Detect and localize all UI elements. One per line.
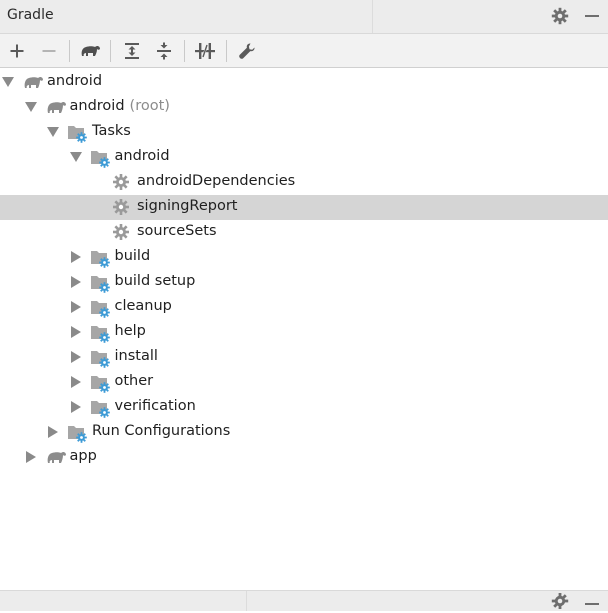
tree-node[interactable]: other	[0, 370, 608, 395]
tree-node-label: other	[115, 373, 154, 389]
gradle-task-tree: android android (root) Tasks android androidD…	[0, 69, 608, 589]
toolbar-separator	[69, 40, 70, 62]
toggle-offline-icon[interactable]	[192, 38, 218, 63]
tree-node[interactable]: Tasks	[0, 120, 608, 145]
collapse-arrow-icon[interactable]	[69, 152, 82, 162]
gear-icon	[112, 198, 134, 218]
tree-node-text: build setup	[114, 273, 196, 289]
tree-node-label: verification	[115, 398, 196, 414]
tree-node[interactable]: verification	[0, 395, 608, 420]
tree-node-text: install	[114, 348, 158, 364]
add-icon[interactable]	[4, 38, 30, 63]
expand-arrow-icon[interactable]	[70, 251, 81, 263]
tree-node-text: help	[114, 323, 146, 339]
tree-node[interactable]: build setup	[0, 270, 608, 295]
collapse-arrow-icon[interactable]	[24, 102, 37, 112]
tree-node[interactable]: sourceSets	[0, 220, 608, 245]
tree-node-text: signingReport	[137, 198, 238, 214]
tree-node-label: android (root)	[70, 98, 170, 114]
remove-icon[interactable]	[36, 38, 62, 63]
tree-node-text: Tasks	[92, 123, 131, 139]
task-folder-icon	[90, 373, 112, 393]
task-folder-icon	[90, 273, 112, 293]
expand-arrow-icon[interactable]	[70, 401, 81, 413]
tool-window-header: Gradle	[0, 0, 608, 34]
tree-node-text: cleanup	[114, 298, 172, 314]
task-folder-icon	[90, 398, 112, 418]
window-title: Gradle	[7, 7, 54, 23]
gradle-elephant-icon[interactable]	[77, 38, 103, 63]
settings-gear-icon[interactable]	[549, 593, 571, 609]
expand-arrow-icon[interactable]	[70, 376, 81, 388]
tree-node-label: Run Configurations	[92, 423, 230, 439]
tree-node-label: install	[115, 348, 158, 364]
expand-arrow-icon[interactable]	[70, 301, 81, 313]
gear-icon	[112, 173, 134, 193]
task-folder-icon	[90, 323, 112, 343]
tree-node[interactable]: Run Configurations	[0, 420, 608, 445]
toolbar	[0, 34, 608, 68]
toolbar-separator	[226, 40, 227, 62]
expand-arrow-icon[interactable]	[48, 426, 58, 438]
task-folder-icon	[90, 248, 112, 268]
settings-gear-icon[interactable]	[549, 5, 571, 27]
tree-node[interactable]: android	[0, 145, 608, 170]
collapse-arrow-icon[interactable]	[47, 127, 59, 137]
tree-node-text: android	[114, 148, 170, 164]
task-folder-icon	[90, 348, 112, 368]
tree-node[interactable]: signingReport	[0, 195, 608, 220]
tree-node-text: build	[114, 248, 151, 264]
task-folder-icon	[90, 298, 112, 318]
expand-arrow-icon[interactable]	[70, 351, 81, 363]
tree-node-label: app	[70, 448, 97, 464]
tree-node[interactable]: build	[0, 245, 608, 270]
expand-arrow-icon[interactable]	[25, 451, 36, 463]
tree-node-text: Run Configurations	[92, 423, 231, 439]
tree-node-text: app	[69, 448, 97, 464]
tree-node-label: build setup	[115, 273, 196, 289]
tree-node[interactable]: android (root)	[0, 95, 608, 120]
tree-node-label: androidDependencies	[137, 173, 295, 189]
tree-node-label: cleanup	[115, 298, 172, 314]
gradle-elephant-icon	[45, 98, 67, 118]
toolbar-separator	[110, 40, 111, 62]
toolbar-separator	[184, 40, 185, 62]
tree-node-label: android	[47, 73, 102, 89]
tree-node[interactable]: install	[0, 345, 608, 370]
expand-all-icon[interactable]	[119, 38, 145, 63]
bottom-tool-window-header	[0, 590, 608, 611]
tree-node-label: build	[115, 248, 151, 264]
tree-node-label: help	[115, 323, 146, 339]
header-divider	[246, 591, 247, 611]
expand-arrow-icon[interactable]	[70, 276, 81, 288]
tree-node-label: android	[115, 148, 170, 164]
wrench-icon[interactable]	[234, 38, 260, 63]
tree-node[interactable]: cleanup	[0, 295, 608, 320]
gradle-elephant-icon	[22, 73, 44, 93]
gear-icon	[112, 223, 134, 243]
tree-node-hint: (root)	[129, 98, 170, 114]
tree-node[interactable]: androidDependencies	[0, 170, 608, 195]
gradle-elephant-icon	[45, 448, 67, 468]
tree-node-text: androidDependencies	[137, 173, 296, 189]
task-folder-icon	[67, 123, 89, 143]
tree-node-label: Tasks	[92, 123, 131, 139]
tree-node[interactable]: android	[0, 70, 608, 95]
tree-node-label: sourceSets	[137, 223, 217, 239]
tree-node-text: verification	[114, 398, 196, 414]
tree-node-text: android	[69, 98, 125, 114]
task-folder-icon	[67, 423, 89, 443]
collapse-all-icon[interactable]	[151, 38, 177, 63]
task-folder-icon	[90, 148, 112, 168]
tree-node-text: sourceSets	[137, 223, 217, 239]
collapse-arrow-icon[interactable]	[2, 77, 14, 87]
tree-node[interactable]: help	[0, 320, 608, 345]
tree-node-label: signingReport	[137, 198, 237, 214]
header-divider	[372, 0, 373, 33]
tree-node-text: android	[47, 73, 103, 89]
expand-arrow-icon[interactable]	[70, 326, 81, 338]
tree-node-text: other	[114, 373, 154, 389]
minimize-icon[interactable]	[581, 5, 603, 27]
tree-node[interactable]: app	[0, 445, 608, 470]
